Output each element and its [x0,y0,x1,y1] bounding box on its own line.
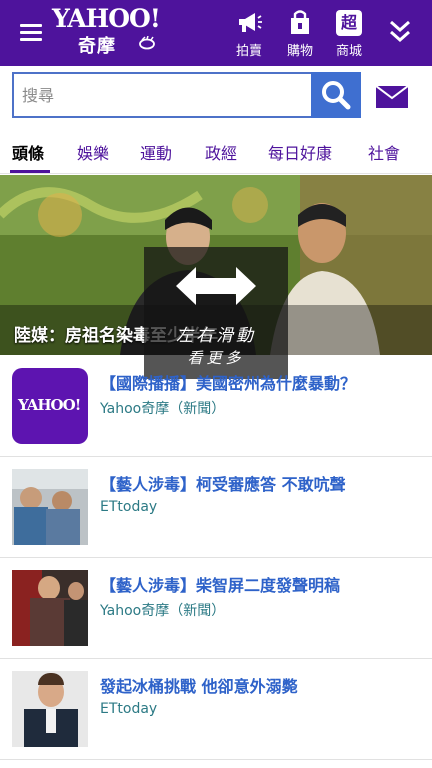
news-title[interactable]: 【國際播播】美國密州為什麼暴動？ [100,370,420,394]
category-tabs: 頭條 娛樂 運動 政經 每日好康 社會 [0,126,432,174]
news-source: Yahoo奇摩（新聞） [100,401,226,417]
tab-society[interactable]: 社會 [368,140,400,164]
news-item[interactable]: 【藝人涉毒】柯受審應答 不敢吭聲 ETtoday [0,457,432,558]
search-button[interactable] [311,72,361,118]
yahoo-logo-thumb: YAHOO! [12,368,88,444]
news-item[interactable]: 發起冰桶挑戰 他卻意外溺斃 ETtoday [0,659,432,760]
news-title[interactable]: 【藝人涉毒】柴智屏二度發聲明稿 [100,572,420,596]
search-box [12,72,312,118]
megaphone-icon [239,13,262,32]
mail-icon[interactable] [376,86,408,108]
news-item[interactable]: 【藝人涉毒】柴智屏二度發聲明稿 Yahoo奇摩（新聞） [0,558,432,659]
search-icon [322,81,351,110]
tab-daily-deals[interactable]: 每日好康 [268,140,332,164]
header-auction-button[interactable]: 拍賣 [229,10,269,60]
search-bar [0,66,432,126]
news-title[interactable]: 【藝人涉毒】柯受審應答 不敢吭聲 [100,471,420,495]
app-header: YAHOO! 奇摩 拍賣 購物 超 商城 [0,0,432,66]
header-shopping-button[interactable]: 購物 [280,10,320,60]
tab-headlines[interactable]: 頭條 [12,140,44,164]
double-chevron-down-icon[interactable] [388,18,412,46]
tab-entertainment[interactable]: 娛樂 [77,140,109,164]
swipe-hint-text: 左右滑動 [176,326,256,346]
news-photo-thumb [12,469,88,545]
menu-icon[interactable] [20,24,42,42]
news-item[interactable]: YAHOO! 【國際播播】美國密州為什麼暴動？ Yahoo奇摩（新聞） [0,356,432,457]
tab-sports[interactable]: 運動 [140,140,172,164]
shopping-bag-icon [291,10,309,34]
header-mall-button[interactable]: 超 商城 [329,10,369,60]
search-input[interactable] [22,83,302,107]
swipe-arrows-icon [176,267,256,305]
active-tab-indicator [10,170,50,173]
news-source: ETtoday [100,499,158,515]
tab-politics-economy[interactable]: 政經 [205,140,237,164]
news-photo-thumb [12,570,88,646]
logo-swirl-icon [139,36,155,50]
news-photo-thumb [12,671,88,747]
news-title[interactable]: 發起冰桶挑戰 他卻意外溺斃 [100,673,420,697]
yahoo-logo[interactable]: YAHOO! 奇摩 [52,4,162,60]
mall-chao-icon: 超 [336,10,362,36]
news-source: ETtoday [100,701,158,717]
news-source: Yahoo奇摩（新聞） [100,603,226,619]
